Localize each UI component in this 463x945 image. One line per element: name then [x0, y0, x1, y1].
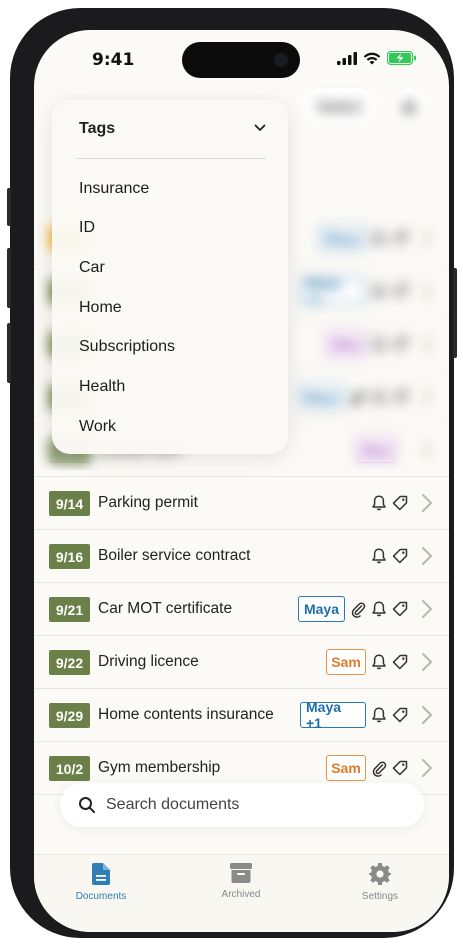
paperclip-icon — [349, 600, 367, 618]
document-icon — [92, 863, 110, 885]
due-date-badge: 10/2 — [49, 756, 90, 781]
archive-box-icon — [230, 863, 252, 883]
bell-icon — [370, 494, 388, 512]
due-date-badge: 9/14 — [49, 491, 90, 516]
bell-icon — [370, 600, 388, 618]
bell-icon — [370, 706, 388, 724]
mute-switch — [7, 188, 11, 226]
battery-charging-icon — [387, 51, 416, 65]
due-date-badge: 9/16 — [49, 544, 90, 569]
tag-option-id[interactable]: ID — [79, 219, 95, 237]
tag-option-health[interactable]: Health — [79, 378, 125, 396]
cellular-signal-icon — [337, 51, 357, 65]
assignee-badge: Maya — [298, 596, 345, 622]
screen: 9:41 Select MayaMaya +1AlexMaya9/11Libra… — [34, 30, 449, 932]
front-camera — [274, 53, 288, 67]
document-title: Parking permit — [98, 494, 198, 511]
dynamic-island — [182, 42, 300, 78]
bell-icon — [370, 547, 388, 565]
document-title: Home contents insurance — [98, 706, 274, 723]
assignee-badge: Sam — [326, 649, 366, 675]
search-icon — [79, 797, 95, 813]
document-row[interactable]: 9/16 Boiler service contract — [34, 530, 449, 583]
bell-icon — [370, 653, 388, 671]
document-row[interactable]: 9/14 Parking permit — [34, 477, 449, 530]
tab-archived[interactable]: Archived — [196, 863, 286, 900]
tab-bar: Documents Archived Settings — [34, 854, 449, 932]
chevron-right-icon[interactable] — [421, 493, 433, 513]
chevron-right-icon[interactable] — [421, 546, 433, 566]
document-title: Car MOT certificate — [98, 600, 233, 617]
power-button — [453, 268, 457, 358]
assignee-badge: Sam — [326, 755, 366, 781]
document-title: Gym membership — [98, 759, 221, 776]
menu-divider — [76, 158, 266, 159]
tag-option-subscriptions[interactable]: Subscriptions — [79, 338, 175, 356]
tag-icon — [391, 494, 409, 512]
chevron-right-icon[interactable] — [421, 758, 433, 778]
volume-down-button — [7, 323, 11, 383]
chevron-down-icon[interactable] — [254, 124, 266, 132]
due-date-badge: 9/22 — [49, 650, 90, 675]
status-icons — [337, 51, 417, 65]
tag-icon — [391, 759, 409, 777]
tags-dropdown-menu: Tags Insurance ID Car Home Subscriptions… — [52, 100, 288, 454]
tag-icon — [391, 653, 409, 671]
tab-documents-label: Documents — [75, 891, 127, 902]
paperclip-icon — [370, 759, 388, 777]
tags-menu-header[interactable]: Tags — [79, 120, 115, 138]
due-date-badge: 9/21 — [49, 597, 90, 622]
chevron-right-icon[interactable] — [421, 599, 433, 619]
tab-settings-label: Settings — [361, 891, 399, 902]
tag-option-work[interactable]: Work — [79, 418, 116, 436]
status-bar: 9:41 — [34, 30, 449, 90]
tab-archived-label: Archived — [221, 889, 261, 900]
tab-documents[interactable]: Documents — [56, 863, 146, 902]
tag-icon — [391, 706, 409, 724]
tag-option-car[interactable]: Car — [79, 259, 105, 277]
document-title: Boiler service contract — [98, 547, 251, 564]
chevron-right-icon[interactable] — [421, 705, 433, 725]
gear-icon — [369, 863, 391, 885]
tag-option-home[interactable]: Home — [79, 299, 122, 317]
phone-frame: 9:41 Select MayaMaya +1AlexMaya9/11Libra… — [7, 8, 457, 938]
tag-icon — [391, 600, 409, 618]
document-row[interactable]: 9/29 Home contents insurance Maya +1 — [34, 689, 449, 742]
due-date-badge: 9/29 — [49, 703, 90, 728]
tab-settings[interactable]: Settings — [335, 863, 425, 902]
tag-icon — [391, 547, 409, 565]
assignee-badge: Maya +1 — [300, 699, 366, 731]
status-time: 9:41 — [92, 50, 135, 70]
volume-up-button — [7, 248, 11, 308]
search-placeholder: Search documents — [106, 796, 240, 813]
search-bar[interactable]: Search documents — [60, 783, 424, 827]
document-row[interactable]: 9/22 Driving licence Sam — [34, 636, 449, 689]
wifi-icon — [363, 52, 381, 64]
document-row[interactable]: 9/21 Car MOT certificate Maya — [34, 583, 449, 636]
document-title: Driving licence — [98, 653, 199, 670]
chevron-right-icon[interactable] — [421, 652, 433, 672]
tag-option-insurance[interactable]: Insurance — [79, 180, 149, 198]
